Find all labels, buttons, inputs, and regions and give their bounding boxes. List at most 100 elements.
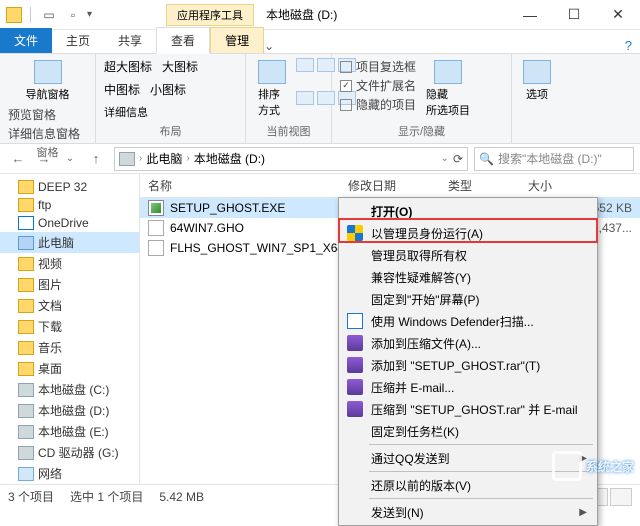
detail-pane-opt[interactable]: 详细信息窗格 (8, 125, 87, 142)
layout-details[interactable]: 详细信息 (104, 104, 237, 120)
layout-small[interactable]: 小图标 (150, 81, 186, 98)
sidebar-item[interactable]: 此电脑 (0, 232, 139, 253)
view-icons-btn[interactable] (610, 488, 632, 506)
cm-troubleshoot[interactable]: 兼容性疑难解答(Y) (341, 266, 595, 288)
layout-xl[interactable]: 超大图标 (104, 58, 152, 75)
sidebar-item[interactable]: 桌面 (0, 358, 139, 379)
drive-icon (119, 152, 135, 166)
up-button[interactable]: ↑ (84, 147, 108, 171)
context-menu: 打开(O) 以管理员身份运行(A) 管理员取得所有权 兼容性疑难解答(Y) 固定… (338, 197, 598, 526)
sidebar-label: DEEP 32 (38, 180, 87, 194)
sidebar-item[interactable]: 本地磁盘 (D:) (0, 400, 139, 421)
qat-customize[interactable]: ▾ (87, 9, 92, 20)
status-count: 3 个项目 (8, 488, 54, 505)
folder-icon (18, 341, 34, 355)
tab-manage[interactable]: 管理 (210, 27, 264, 53)
rar-icon (347, 335, 363, 351)
cm-pin-start[interactable]: 固定到"开始"屏幕(P) (341, 288, 595, 310)
folder-icon (18, 299, 34, 313)
cm-compress-rar-email[interactable]: 压缩到 "SETUP_GHOST.rar" 并 E-mail (341, 398, 595, 420)
rar-icon (347, 401, 363, 417)
file-icon (148, 200, 164, 216)
col-type: 类型 (440, 177, 520, 194)
help-icon[interactable]: ? (625, 38, 632, 53)
sidebar-item[interactable]: 音乐 (0, 337, 139, 358)
breadcrumb-drive[interactable]: 本地磁盘 (D:) (194, 150, 265, 167)
sidebar-item[interactable]: 视频 (0, 253, 139, 274)
sidebar-label: 音乐 (38, 339, 62, 356)
tab-file[interactable]: 文件 (0, 28, 52, 53)
layout-large[interactable]: 大图标 (162, 58, 198, 75)
sidebar-item[interactable]: 本地磁盘 (E:) (0, 421, 139, 442)
window-title: 本地磁盘 (D:) (266, 6, 337, 23)
sidebar-label: 图片 (38, 276, 62, 293)
col-name: 名称 (140, 177, 340, 194)
addr-dropdown[interactable]: ⌄ (441, 153, 449, 164)
cm-run-as-admin[interactable]: 以管理员身份运行(A) (341, 222, 595, 244)
minimize-button[interactable]: ― (508, 1, 552, 29)
sidebar-label: 本地磁盘 (E:) (38, 423, 109, 440)
sidebar-item[interactable]: 文档 (0, 295, 139, 316)
sidebar-item[interactable]: CD 驱动器 (G:) (0, 442, 139, 463)
forward-button[interactable]: → (32, 147, 56, 171)
address-bar: ← → ⌄ ↑ › 此电脑 › 本地磁盘 (D:) ⌄ ⟳ 🔍 搜索"本地磁盘 … (0, 144, 640, 174)
close-button[interactable]: ✕ (596, 1, 640, 29)
sidebar-item[interactable]: DEEP 32 (0, 178, 139, 196)
sidebar-item[interactable]: ftp (0, 196, 139, 214)
cm-open[interactable]: 打开(O) (341, 200, 595, 222)
tab-share[interactable]: 共享 (104, 28, 156, 53)
folder-icon (18, 320, 34, 334)
qat-properties[interactable]: ▭ (39, 5, 59, 25)
sidebar-item[interactable]: 网络 (0, 463, 139, 484)
cm-pin-taskbar[interactable]: 固定到任务栏(K) (341, 420, 595, 442)
cm-take-ownership[interactable]: 管理员取得所有权 (341, 244, 595, 266)
recent-dropdown[interactable]: ⌄ (58, 147, 82, 171)
qat-new-folder[interactable]: ▫ (63, 5, 83, 25)
search-input[interactable]: 🔍 搜索"本地磁盘 (D:)" (474, 147, 634, 171)
cm-defender-scan[interactable]: 使用 Windows Defender扫描... (341, 310, 595, 332)
item-checkbox-opt[interactable]: 项目复选框 (340, 58, 416, 75)
cm-add-archive[interactable]: 添加到压缩文件(A)... (341, 332, 595, 354)
hide-selected-button[interactable]: 隐藏 所选项目 (422, 58, 474, 121)
back-button[interactable]: ← (6, 147, 30, 171)
col-size: 大小 (520, 177, 590, 194)
address-box[interactable]: › 此电脑 › 本地磁盘 (D:) ⌄ ⟳ (114, 147, 468, 171)
sidebar-label: 文档 (38, 297, 62, 314)
sidebar-label: 此电脑 (38, 234, 74, 251)
cm-compress-email[interactable]: 压缩并 E-mail... (341, 376, 595, 398)
cm-add-rar[interactable]: 添加到 "SETUP_GHOST.rar"(T) (341, 354, 595, 376)
sort-button[interactable]: 排序方式 (254, 58, 290, 121)
ribbon-expand[interactable]: ⌄ (264, 39, 274, 53)
nav-pane-button[interactable]: 导航窗格 (8, 58, 87, 104)
sidebar-label: ftp (38, 198, 51, 212)
layout-med[interactable]: 中图标 (104, 81, 140, 98)
maximize-button[interactable]: ☐ (552, 1, 596, 29)
ribbon: 导航窗格 预览窗格 详细信息窗格 窗格 超大图标大图标 中图标小图标 详细信息 … (0, 54, 640, 144)
breadcrumb-pc[interactable]: 此电脑 (146, 150, 182, 167)
column-headers[interactable]: 名称 修改日期 类型 大小 (140, 174, 640, 198)
folder-icon (18, 362, 34, 376)
sidebar-label: 下载 (38, 318, 62, 335)
sidebar-item[interactable]: OneDrive (0, 214, 139, 232)
preview-pane[interactable]: 预览窗格 (8, 106, 87, 123)
folder-app-icon (6, 7, 22, 23)
contextual-tab-label: 应用程序工具 (166, 4, 254, 26)
tab-view[interactable]: 查看 (156, 27, 210, 54)
sidebar-item[interactable]: 图片 (0, 274, 139, 295)
search-icon: 🔍 (479, 152, 494, 166)
options-button[interactable]: 选项 (520, 58, 554, 104)
file-ext-opt[interactable]: ✓文件扩展名 (340, 77, 416, 94)
cm-send-to[interactable]: 发送到(N)▶ (341, 501, 595, 523)
sidebar-item[interactable]: 下载 (0, 316, 139, 337)
refresh-button[interactable]: ⟳ (453, 152, 463, 166)
hidden-items-opt[interactable]: 隐藏的项目 (340, 96, 416, 113)
net-icon (18, 467, 34, 481)
status-size: 5.42 MB (159, 490, 204, 504)
sidebar-label: 视频 (38, 255, 62, 272)
cm-restore-prev[interactable]: 还原以前的版本(V) (341, 474, 595, 496)
cm-qq-send[interactable]: 通过QQ发送到▶ (341, 447, 595, 469)
search-placeholder: 搜索"本地磁盘 (D:)" (498, 150, 602, 167)
sidebar-item[interactable]: 本地磁盘 (C:) (0, 379, 139, 400)
rar-icon (347, 357, 363, 373)
tab-home[interactable]: 主页 (52, 28, 104, 53)
